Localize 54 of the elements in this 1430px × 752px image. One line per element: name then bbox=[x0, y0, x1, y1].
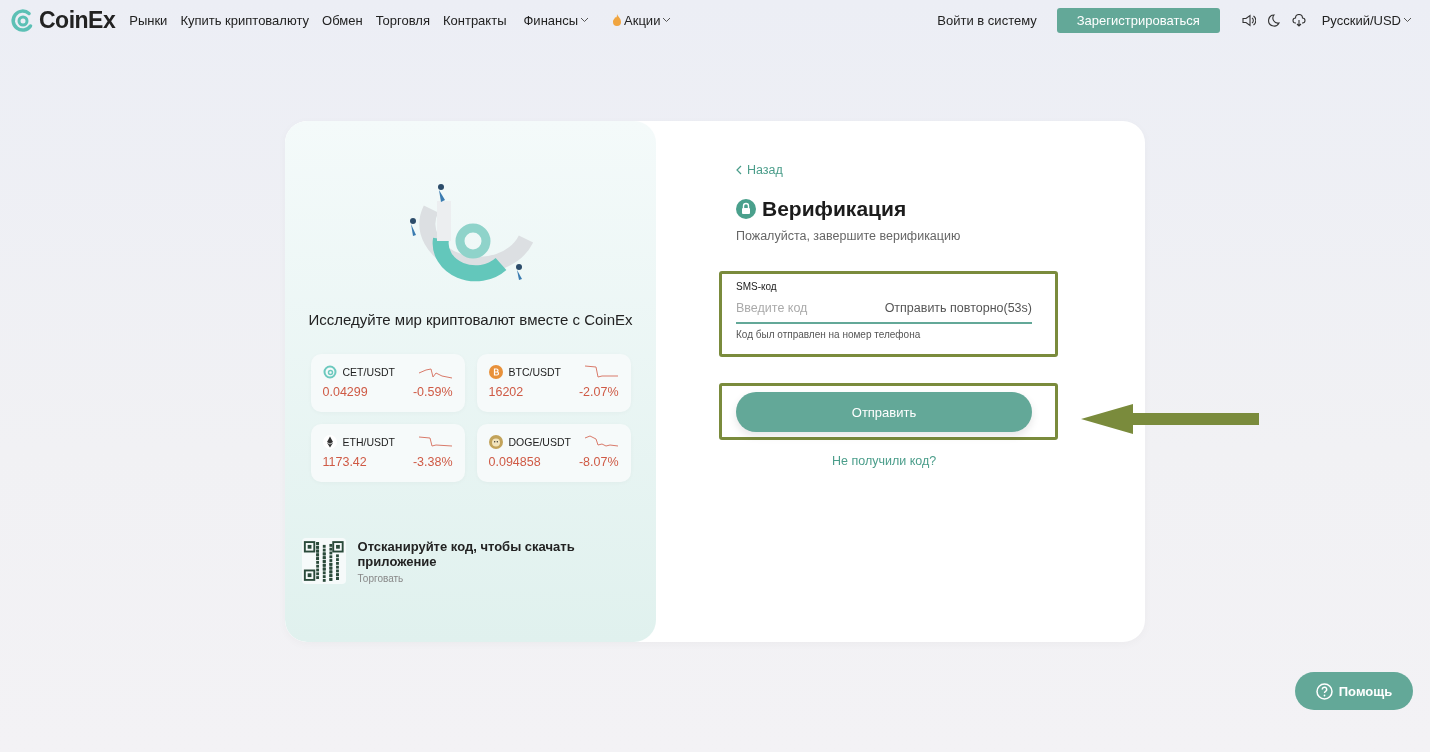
chevron-left-icon bbox=[736, 165, 742, 175]
ticker-card[interactable]: DOGE/USDT 0.094858 -8.07% bbox=[476, 424, 631, 482]
nav-link[interactable]: Рынки bbox=[129, 12, 168, 28]
field-hint: Код был отправлен на номер телефона bbox=[736, 329, 922, 340]
nav-link[interactable]: Акции bbox=[612, 12, 672, 28]
cloud-download-icon[interactable] bbox=[1291, 13, 1306, 27]
ticker-card[interactable]: BTC/USDT 16202 -2.07% bbox=[476, 354, 631, 412]
app-download-subtitle: Торговать bbox=[357, 572, 405, 584]
lock-icon bbox=[736, 199, 756, 219]
promo-title: Исследуйте мир криптовалют вместе с CoinEx bbox=[308, 311, 633, 328]
sparkline-drawing bbox=[417, 434, 453, 449]
change-value: -0.59% bbox=[412, 385, 453, 399]
field-label: SMS-код bbox=[736, 281, 778, 292]
price-value: 16202 bbox=[488, 385, 524, 399]
nav-link[interactable]: Контракты bbox=[442, 12, 507, 28]
price-value: 1173.42 bbox=[322, 455, 367, 469]
speaker-icon[interactable] bbox=[1241, 13, 1256, 27]
language-selector[interactable]: Русский/USD bbox=[1321, 12, 1412, 28]
ticker-card[interactable]: CET/USDT 0.04299 -0.59% bbox=[310, 354, 465, 412]
bitcoin-icon bbox=[488, 364, 503, 379]
price-value: 0.094858 bbox=[488, 455, 541, 469]
moon-icon[interactable] bbox=[1267, 13, 1280, 27]
pair-name: CET/USDT bbox=[342, 365, 395, 378]
logo-icon bbox=[10, 7, 35, 33]
coin-logo-icon bbox=[322, 364, 337, 379]
app-download-title: Отсканируйте код, чтобы скачать приложение bbox=[357, 538, 576, 569]
chevron-down-icon bbox=[1403, 17, 1412, 23]
dog-coin-icon bbox=[488, 434, 503, 449]
change-value: -3.38% bbox=[412, 455, 453, 469]
resend-link[interactable]: Отправить повторно(53s) bbox=[884, 301, 1032, 315]
page-subtitle: Пожалуйста, завершите верификацию bbox=[736, 229, 962, 243]
logo-text[interactable]: CoinEx bbox=[39, 6, 116, 34]
chevron-down-icon bbox=[662, 17, 672, 23]
page-title: Верификация bbox=[762, 197, 907, 221]
sparkline-drawing bbox=[583, 364, 619, 379]
pair-name: DOGE/USDT bbox=[508, 435, 571, 448]
flame-icon bbox=[612, 14, 623, 26]
change-value: -8.07% bbox=[578, 455, 619, 469]
pair-name: ETH/USDT bbox=[342, 435, 395, 448]
login-link[interactable]: Войти в систему bbox=[937, 12, 1037, 28]
question-icon bbox=[1315, 682, 1333, 700]
nav-link[interactable]: Купить криптовалюту bbox=[180, 12, 309, 28]
nav-link[interactable]: Торговля bbox=[375, 12, 430, 28]
sparkline-drawing bbox=[583, 434, 619, 449]
nav-link[interactable]: Обмен bbox=[322, 12, 363, 28]
sms-code-field[interactable]: Введите код Отправить повторно(53s) bbox=[736, 294, 1032, 324]
qr-code-drawing bbox=[302, 538, 346, 584]
ethereum-icon bbox=[322, 434, 337, 449]
pair-name: BTC/USDT bbox=[508, 365, 561, 378]
chevron-down-icon bbox=[580, 17, 590, 23]
nav-link[interactable]: Финансы bbox=[523, 12, 590, 28]
change-value: -2.07% bbox=[578, 385, 619, 399]
ticker-card[interactable]: ETH/USDT 1173.42 -3.38% bbox=[310, 424, 465, 482]
price-value: 0.04299 bbox=[322, 385, 368, 399]
